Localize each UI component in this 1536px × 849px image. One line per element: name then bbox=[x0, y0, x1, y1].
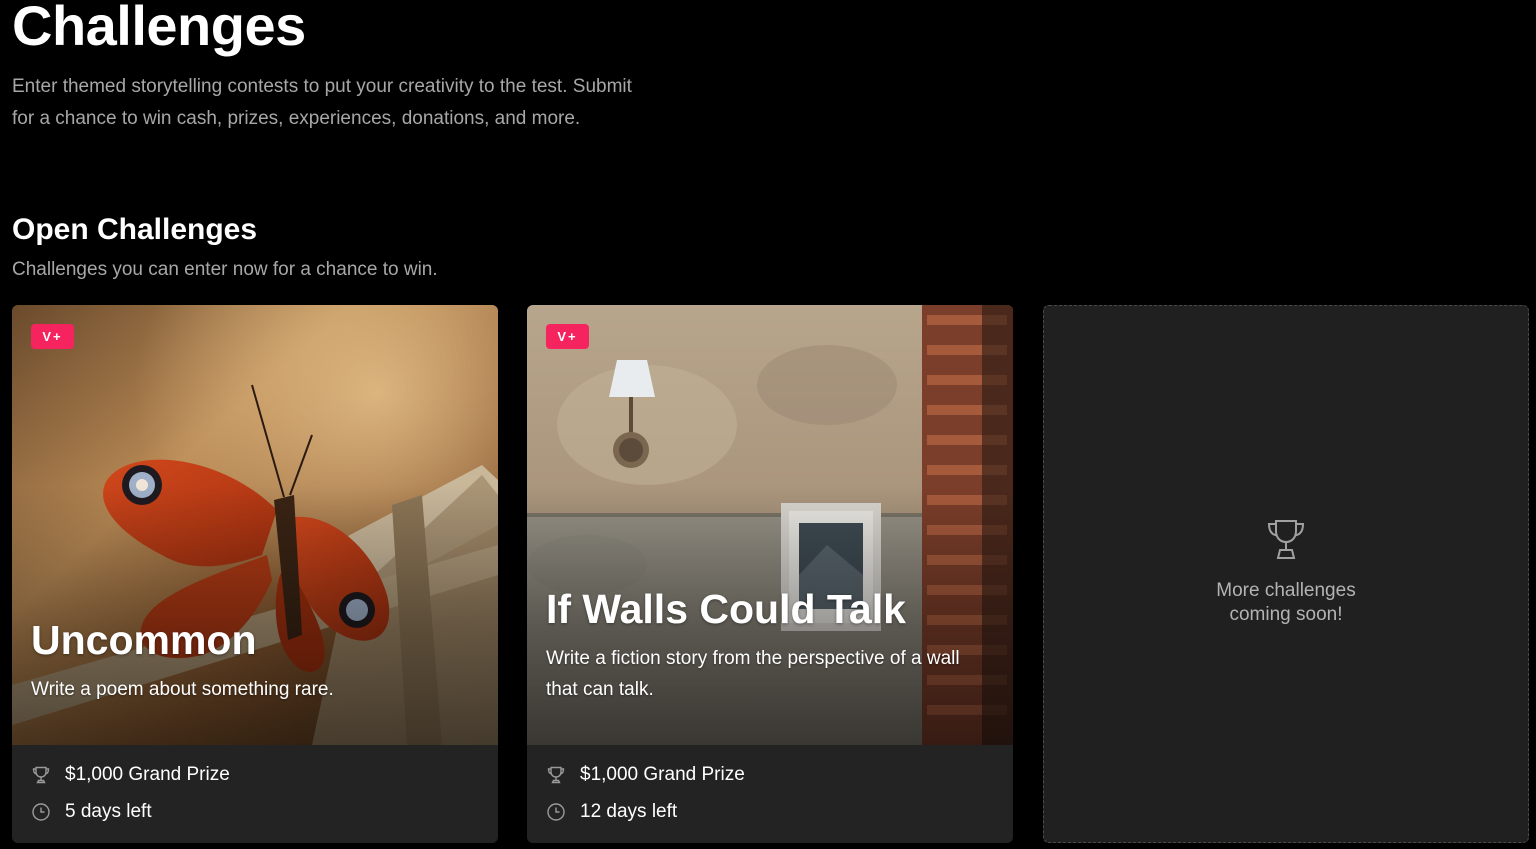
clock-icon bbox=[31, 802, 51, 822]
image-shade bbox=[12, 485, 498, 745]
time-left-text: 5 days left bbox=[65, 801, 152, 822]
challenges-page: Challenges Enter themed storytelling con… bbox=[0, 0, 1536, 849]
clock-icon bbox=[546, 802, 566, 822]
challenge-card-uncommon[interactable]: V+ Uncommon Write a poem about something… bbox=[12, 305, 498, 843]
time-row: 12 days left bbox=[546, 799, 677, 825]
placeholder-text: More challenges coming soon! bbox=[1044, 579, 1528, 627]
prize-text: $1,000 Grand Prize bbox=[65, 764, 230, 785]
prize-text: $1,000 Grand Prize bbox=[580, 764, 745, 785]
trophy-icon bbox=[31, 765, 51, 785]
placeholder-text-line1: More challenges bbox=[1216, 580, 1356, 601]
page-description: Enter themed storytelling contests to pu… bbox=[12, 76, 632, 129]
prize-row: $1,000 Grand Prize bbox=[31, 762, 230, 788]
page-title: Challenges bbox=[12, 0, 306, 57]
prize-row: $1,000 Grand Prize bbox=[546, 762, 745, 788]
trophy-icon bbox=[1266, 518, 1306, 562]
trophy-icon bbox=[546, 765, 566, 785]
card-title: Uncommon bbox=[31, 617, 257, 663]
more-challenges-placeholder: More challenges coming soon! bbox=[1043, 305, 1529, 843]
card-description: Write a fiction story from the perspecti… bbox=[546, 648, 960, 700]
time-left-text: 12 days left bbox=[580, 801, 678, 822]
placeholder-text-line2: coming soon! bbox=[1229, 604, 1343, 625]
section-title: Open Challenges bbox=[12, 213, 258, 246]
card-title: If Walls Could Talk bbox=[546, 586, 906, 632]
challenge-card-if-walls-could-talk[interactable]: V+ If Walls Could Talk Write a fiction s… bbox=[527, 305, 1013, 843]
vplus-badge: V+ bbox=[31, 324, 74, 349]
time-row: 5 days left bbox=[31, 799, 152, 825]
vplus-badge: V+ bbox=[546, 324, 589, 349]
section-subtitle: Challenges you can enter now for a chanc… bbox=[12, 259, 438, 280]
card-description: Write a poem about something rare. bbox=[31, 679, 334, 700]
